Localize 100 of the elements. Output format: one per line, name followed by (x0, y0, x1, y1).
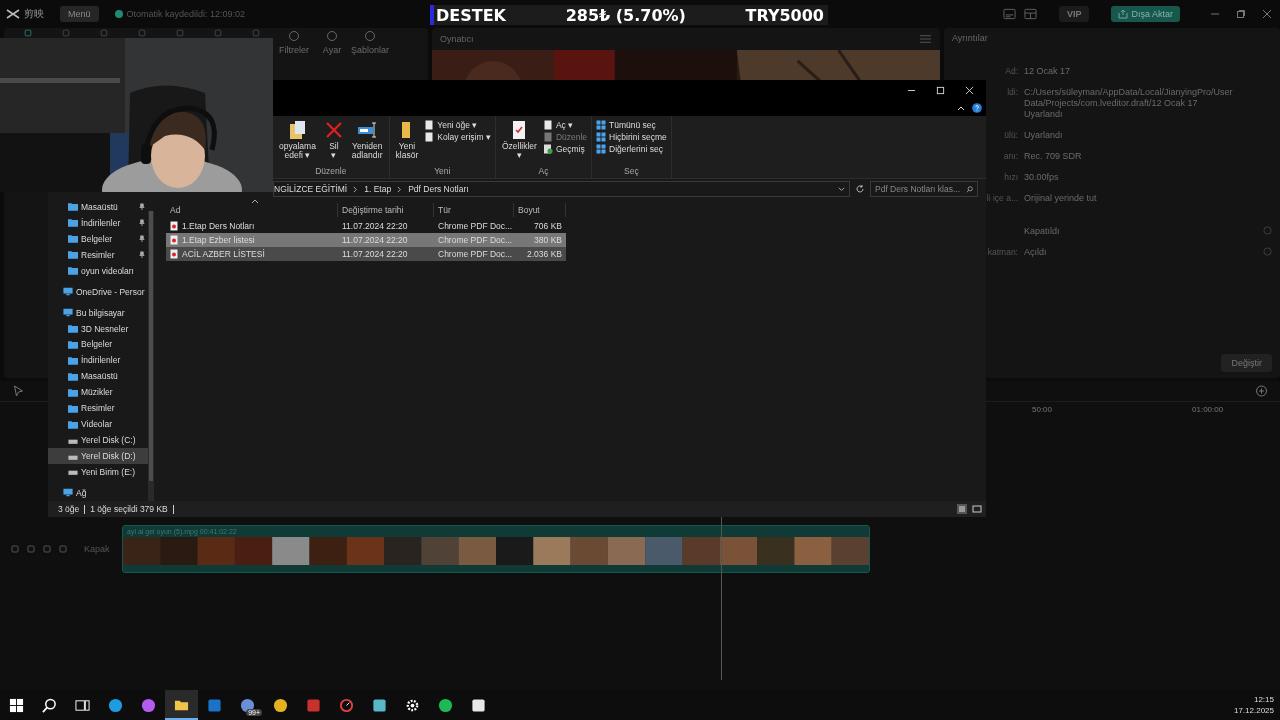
address-bar[interactable]: NGİLİZCE EĞİTİMİ 1. Etap Pdf Ders Notları (273, 181, 850, 197)
search-icon[interactable] (42, 697, 57, 713)
gauge-icon[interactable] (339, 697, 354, 713)
nav-item[interactable]: Masaüstü (48, 199, 148, 215)
tool-tab[interactable]: Ayar (313, 28, 351, 55)
nav-item[interactable]: Masaüstü (48, 368, 148, 385)
ribbon-button[interactable]: Kolay erişim ▾ (424, 132, 491, 142)
dropdown-icon[interactable] (838, 185, 845, 193)
breadcrumb-item[interactable]: 1. Etap (364, 184, 392, 194)
nav-item[interactable]: 3D Nesneler (48, 320, 148, 337)
scrollbar[interactable] (148, 211, 154, 501)
track-control-icon[interactable] (10, 544, 20, 555)
zoom-in-icon[interactable] (1255, 385, 1268, 398)
nav-item[interactable]: Resimler (48, 246, 148, 263)
nav-item[interactable]: Müzikler (48, 384, 148, 401)
track-control-icon[interactable] (58, 544, 68, 555)
ribbon-button[interactable]: opyalama edefi ▾ (277, 118, 318, 166)
file-row[interactable]: 1.Etap Ders Notları 11.07.2024 22:20 Chrome PDF Doc... 706 KB (166, 219, 566, 233)
tool-icon (325, 28, 339, 43)
export-button[interactable]: Dışa Aktar (1111, 5, 1180, 22)
change-button[interactable]: Değiştir (1221, 354, 1272, 373)
app-icon[interactable] (306, 697, 321, 713)
nav-item[interactable]: İndirilenler (48, 352, 148, 369)
file-size: 2.036 KB (526, 249, 563, 259)
export-icon (1118, 8, 1129, 19)
ribbon-button[interactable]: Yeni öğe ▾ (424, 120, 491, 130)
browser-icon[interactable] (273, 697, 288, 713)
column-header[interactable]: Ad (166, 203, 338, 217)
nav-item[interactable]: Yerel Disk (C:) (48, 432, 148, 449)
browser-icon[interactable] (108, 697, 123, 713)
track-control-icon[interactable] (42, 544, 52, 555)
panel-title: Oynatıcı (440, 33, 474, 44)
file-date: 11.07.2024 22:20 (341, 249, 409, 259)
nav-item[interactable]: Yeni Birim (E:) (48, 464, 148, 480)
editor-icon[interactable] (471, 697, 486, 713)
settings-icon[interactable] (405, 697, 420, 713)
file-row[interactable]: 1.Etap Ezber listesi 11.07.2024 22:20 Chrome PDF Doc... 380 KB (166, 233, 566, 247)
pin-icon (138, 251, 145, 259)
nav-item[interactable]: İndirilenler (48, 214, 148, 231)
breadcrumb-item[interactable]: Pdf Ders Notları (408, 184, 469, 194)
computer-icon (63, 308, 73, 318)
pin-icon (138, 203, 145, 211)
file-row[interactable]: ACİL AZBER LİSTESİ 11.07.2024 22:20 Chrome PDF Doc... 2.036 KB (166, 247, 566, 261)
notes-icon[interactable] (372, 697, 387, 713)
pin-icon (138, 219, 145, 227)
tiles-view-icon[interactable] (972, 504, 982, 514)
ribbon-button[interactable]: Sil ▾ (321, 118, 346, 166)
status-text: 3 öğe (58, 504, 80, 514)
help-icon[interactable] (972, 103, 982, 113)
nav-item[interactable]: Belgeler (48, 336, 148, 353)
layout-icon[interactable] (1023, 7, 1037, 20)
ribbon-button[interactable]: Özellikler ▾ (499, 118, 539, 166)
sparkle-icon[interactable] (141, 697, 156, 713)
subtitle-icon[interactable] (1002, 7, 1016, 20)
nav-item[interactable]: Ağ (48, 484, 148, 501)
nav-item[interactable]: Bu bilgisayar (48, 304, 148, 321)
overlay-text: TRY5000 (745, 5, 824, 25)
chevron-icon (396, 185, 404, 193)
tool-tab[interactable]: Filtreler (275, 28, 313, 55)
ribbon-button[interactable]: Tümünü seç (596, 120, 667, 130)
history-icon (542, 144, 553, 154)
mail-icon[interactable] (207, 697, 222, 713)
nav-item[interactable]: Resimler (48, 400, 148, 417)
music-icon[interactable] (438, 697, 453, 713)
autosave-status: Otomatik kaydedildi: 12:09:02 (126, 8, 246, 19)
cursor-icon[interactable] (12, 385, 25, 398)
tool-tab[interactable]: Şablonlar (351, 28, 389, 55)
nav-item[interactable]: OneDrive - Persor (48, 283, 148, 300)
nav-item[interactable]: Videolar (48, 416, 148, 433)
detail-value: Uyarlandı (1024, 129, 1064, 141)
menu-button[interactable]: Menü (60, 5, 99, 22)
ribbon-button[interactable]: Aç ▾ (542, 120, 588, 130)
ribbon-button[interactable]: Yeni klasör (393, 118, 421, 166)
detail-value: C:/Users/süleyman/AppData/Local/JianyingPro/User Data/Projects/com.lveditor.draft/12 Ocak 17 (1024, 86, 1234, 109)
search-field[interactable]: Pdf Ders Notları klas... (870, 181, 978, 197)
ribbon-button[interactable]: Geçmiş (542, 144, 588, 154)
ribbon-button[interactable]: Hiçbirini seçme (596, 132, 667, 142)
details-view-icon[interactable] (957, 504, 967, 514)
tool-icon[interactable] (21, 28, 35, 37)
vip-badge[interactable]: VIP (1058, 5, 1090, 22)
track-control-icon[interactable] (26, 544, 36, 555)
ribbon-button[interactable]: Diğerlerini seç (596, 144, 667, 154)
app-name: 剪映 (24, 6, 44, 21)
maximize-icon[interactable] (936, 85, 945, 95)
nav-item[interactable]: oyun videoları (48, 262, 148, 279)
task-view-icon[interactable] (75, 697, 90, 713)
nav-item[interactable]: Yerel Disk (D:) (48, 448, 148, 464)
column-header[interactable]: Değiştirme tarihi (338, 203, 434, 217)
column-header[interactable]: Tür (434, 203, 514, 217)
column-header[interactable]: Boyut (514, 203, 566, 217)
detail-value: Orijinal yerinde tut (1024, 192, 1098, 204)
restore-icon[interactable] (1236, 8, 1246, 19)
pdf-file-icon (170, 235, 178, 245)
windows-logo-icon[interactable] (9, 697, 24, 713)
nav-item[interactable]: Belgeler (48, 230, 148, 247)
breadcrumb-item[interactable]: NGİLİZCE EĞİTİMİ (274, 184, 348, 194)
file-type: Chrome PDF Doc... (437, 249, 514, 259)
ribbon-button[interactable]: Yeniden adlandır (349, 118, 385, 166)
panel-title: Ayrıntılar (952, 32, 988, 43)
refresh-icon[interactable] (855, 184, 865, 194)
